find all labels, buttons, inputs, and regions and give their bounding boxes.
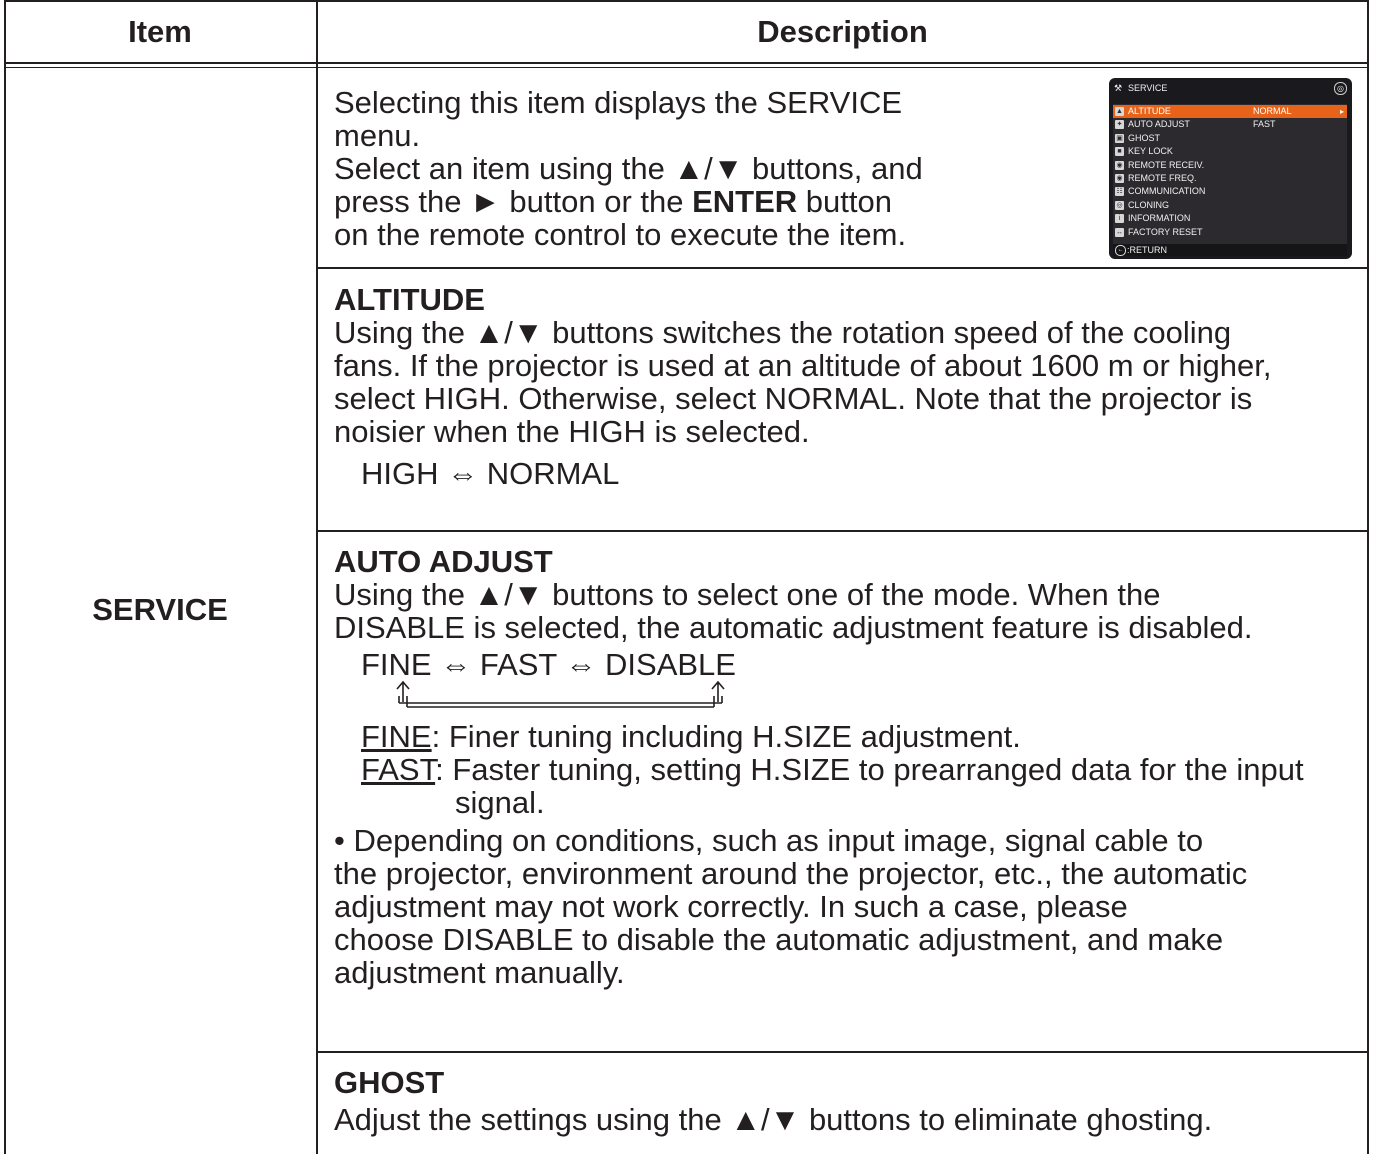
osd-menu-item-label: REMOTE FREQ. xyxy=(1128,173,1197,183)
osd-menu-list: ▲ ALTITUDE NORMAL ▸ ✦ AUTO ADJUST FAST ▣ GHOST ■ K… xyxy=(1113,104,1347,254)
auto-adjust-line: Using the ▲/▼ buttons to select one of t… xyxy=(334,577,1161,612)
info-icon: i xyxy=(1115,214,1124,224)
row-divider-intro xyxy=(316,267,1369,269)
osd-menu-item-value: FAST xyxy=(1253,119,1276,130)
settings-icon: ◎ xyxy=(1334,82,1347,95)
remote-icon: ◉ xyxy=(1115,174,1124,183)
intro-line: press the ► button or the ENTER button xyxy=(334,185,1094,218)
osd-menu-item: ☷ COMMUNICATION xyxy=(1113,185,1347,198)
auto-adjust-line: DISABLE is selected, the automatic adjus… xyxy=(334,610,1253,645)
osd-menu-item: ■ KEY LOCK xyxy=(1113,145,1347,158)
osd-return-label: :RETURN xyxy=(1127,245,1167,255)
ghost-heading: GHOST xyxy=(334,1065,445,1100)
row-divider-altitude xyxy=(316,530,1369,532)
intro-line: Selecting this item displays the SERVICE xyxy=(334,85,903,120)
osd-title-bar: ⚒ SERVICE ◎ xyxy=(1114,82,1347,95)
header-description: Description xyxy=(757,14,928,49)
intro-line: menu. xyxy=(334,118,421,153)
reset-icon: ↔ xyxy=(1115,227,1124,237)
osd-menu-item-label: KEY LOCK xyxy=(1128,146,1173,157)
osd-menu-item: ◉ REMOTE RECEIV. xyxy=(1113,159,1347,172)
osd-menu-item-label: GHOST xyxy=(1128,132,1161,143)
remote-icon: ◉ xyxy=(1115,160,1124,170)
header-divider-lower xyxy=(4,67,1369,68)
auto-adjust-section: AUTO ADJUST Using the ▲/▼ buttons to sel… xyxy=(334,545,1359,989)
submenu-arrow-icon: ▸ xyxy=(1339,107,1344,116)
osd-menu-item: ◉ REMOTE FREQ. xyxy=(1113,172,1347,185)
fast-desc: : Faster tuning, setting H.SIZE to prear… xyxy=(435,752,1304,820)
row-divider-auto-adjust xyxy=(316,1051,1369,1053)
osd-menu-item-label: REMOTE RECEIV. xyxy=(1128,159,1205,170)
intro-text: button xyxy=(797,184,892,219)
table-border-right xyxy=(1367,0,1369,1154)
network-icon: ☷ xyxy=(1115,187,1124,197)
ghost-section: GHOST Adjust the settings using the ▲/▼ … xyxy=(334,1066,1359,1136)
auto-adjust-icon: ✦ xyxy=(1115,120,1124,130)
return-key-icon: ← xyxy=(1115,245,1126,257)
altitude-options: HIGH ⇔ NORMAL xyxy=(361,456,620,491)
osd-menu-item-label: COMMUNICATION xyxy=(1128,186,1206,197)
osd-menu-item-label: CLONING xyxy=(1128,199,1170,210)
altitude-heading: ALTITUDE xyxy=(334,282,485,317)
auto-adjust-note: • Depending on conditions, such as input… xyxy=(334,823,1204,858)
altitude-line: select HIGH. Otherwise, select NORMAL. N… xyxy=(334,381,1253,416)
osd-menu-item-label: ALTITUDE xyxy=(1128,106,1171,116)
fast-definition: FAST: Faster tuning, setting H.SIZE to p… xyxy=(334,753,1359,819)
altitude-line: Using the ▲/▼ buttons switches the rotat… xyxy=(334,315,1232,350)
cycle-arrow-icon xyxy=(396,680,725,708)
table-column-divider xyxy=(316,0,318,1154)
fine-term: FINE xyxy=(361,719,432,754)
auto-adjust-heading: AUTO ADJUST xyxy=(334,544,553,579)
osd-menu-item: i INFORMATION xyxy=(1113,212,1347,225)
header-divider-upper xyxy=(4,62,1369,64)
intro-line: Select an item using the ▲/▼ buttons, an… xyxy=(334,151,923,186)
altitude-line: fans. If the projector is used at an alt… xyxy=(334,348,1272,383)
enter-button-name: ENTER xyxy=(692,184,798,219)
auto-adjust-note: adjustment manually. xyxy=(334,955,625,990)
osd-title: SERVICE xyxy=(1128,83,1168,93)
lock-icon: ■ xyxy=(1115,147,1124,157)
osd-menu-item: ↔ FACTORY RESET xyxy=(1113,226,1347,239)
ghost-icon: ▣ xyxy=(1115,133,1124,143)
osd-menu-item: ◎ CLONING xyxy=(1113,199,1347,212)
osd-menu-item: ▣ GHOST xyxy=(1113,132,1347,145)
wrench-icon: ⚒ xyxy=(1114,83,1123,93)
osd-menu-item-label: AUTO ADJUST xyxy=(1128,119,1190,130)
intro-text: press the ► button or the xyxy=(334,184,693,219)
service-menu-screenshot: ⚒ SERVICE ◎ ▲ ALTITUDE NORMAL ▸ ✦ AUTO ADJUST… xyxy=(1109,78,1352,259)
fine-desc: : Finer tuning including H.SIZE adjustme… xyxy=(431,719,1021,754)
altitude-line: noisier when the HIGH is selected. xyxy=(334,414,810,449)
table-border-left xyxy=(4,0,6,1154)
osd-menu-item-label: INFORMATION xyxy=(1128,213,1191,224)
manual-page: Item Description SERVICE Selecting this … xyxy=(0,0,1376,1154)
auto-adjust-note: adjustment may not work correctly. In su… xyxy=(334,889,1128,924)
osd-return: ←:RETURN xyxy=(1113,244,1347,257)
altitude-icon: ▲ xyxy=(1115,107,1124,116)
header-item: Item xyxy=(128,14,192,49)
auto-adjust-note: the projector, environment around the pr… xyxy=(334,856,1248,891)
altitude-section: ALTITUDE Using the ▲/▼ buttons switches … xyxy=(334,283,1359,490)
cloning-icon: ◎ xyxy=(1115,200,1124,210)
fast-term: FAST xyxy=(361,752,436,787)
osd-menu-item-label: FACTORY RESET xyxy=(1128,226,1203,237)
osd-menu-item: ✦ AUTO ADJUST FAST xyxy=(1113,118,1347,131)
osd-menu-item: ▲ ALTITUDE NORMAL ▸ xyxy=(1113,105,1347,118)
osd-menu-item-value: NORMAL xyxy=(1253,106,1292,116)
auto-adjust-note: choose DISABLE to disable the automatic … xyxy=(334,922,1224,957)
ghost-line: Adjust the settings using the ▲/▼ button… xyxy=(334,1102,1213,1137)
item-name-service: SERVICE xyxy=(92,592,228,627)
intro-section: Selecting this item displays the SERVICE… xyxy=(334,86,1094,251)
intro-line: on the remote control to execute the ite… xyxy=(334,217,907,252)
fine-definition: FINE: Finer tuning including H.SIZE adju… xyxy=(334,720,1359,753)
